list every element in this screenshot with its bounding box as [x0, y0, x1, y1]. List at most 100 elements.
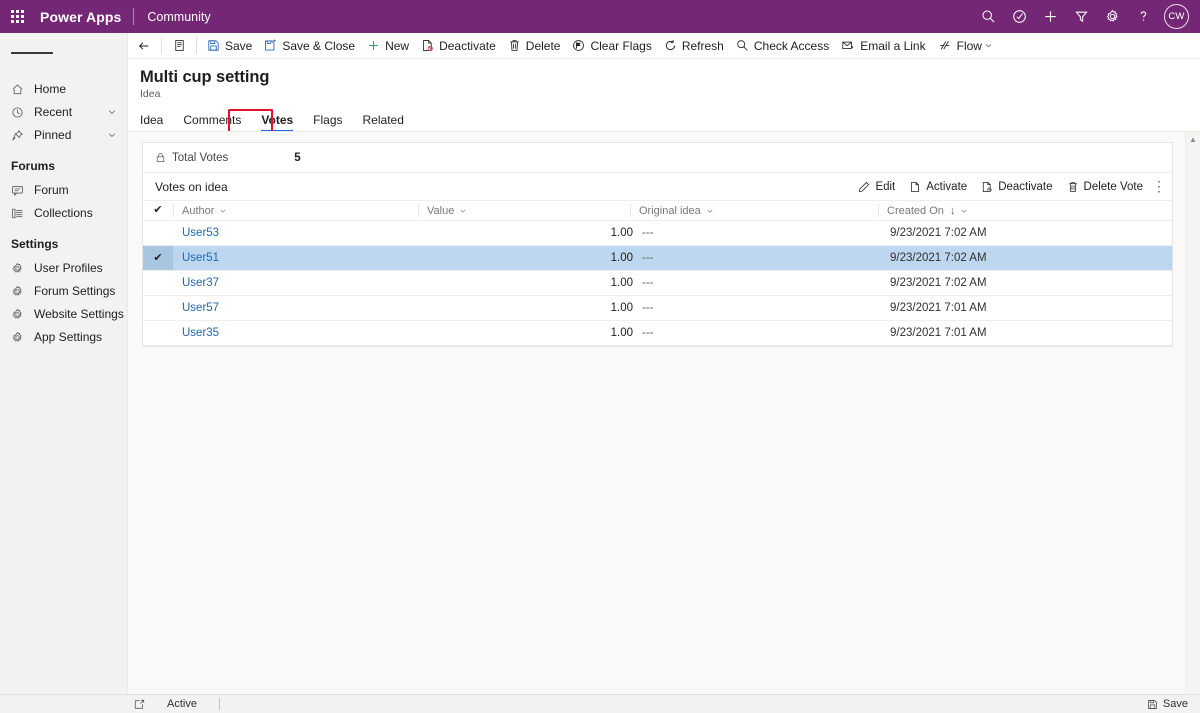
delete-button[interactable]: Delete [502, 33, 567, 59]
column-header-author[interactable]: Author [173, 201, 418, 220]
row-checkbox[interactable] [143, 221, 173, 245]
content-scrollbar[interactable]: ▲ [1185, 132, 1200, 713]
chevron-down-icon[interactable] [459, 207, 467, 215]
cell-original-idea: --- [633, 221, 881, 245]
save-and-close-button[interactable]: Save & Close [258, 33, 361, 59]
sidebar-item-pinned[interactable]: Pinned [0, 124, 127, 146]
help-icon[interactable] [1128, 0, 1159, 33]
subgrid-command-label: Delete Vote [1083, 180, 1143, 193]
status-left: Active [0, 698, 220, 710]
cell-original-idea: --- [633, 321, 881, 345]
clear-flags-button[interactable]: Clear Flags [566, 33, 657, 59]
sidebar-item-collections[interactable]: Collections [0, 202, 127, 224]
status-save-label: Save [1162, 698, 1188, 710]
sidebar-item-app-settings[interactable]: App Settings [0, 326, 127, 348]
command-label: Email a Link [860, 38, 926, 53]
activate-button[interactable]: Activate [902, 175, 974, 199]
sidebar-item-label: Recent [34, 105, 73, 119]
search-icon[interactable] [973, 0, 1004, 33]
back-arrow-icon[interactable] [131, 33, 157, 59]
original-idea-text: --- [642, 252, 654, 264]
sidebar-item-recent[interactable]: Recent [0, 101, 127, 123]
subgrid-command-label: Edit [875, 180, 896, 193]
table-row[interactable]: User53 1.00 --- 9/23/2021 7:02 AM [143, 221, 1172, 246]
sidebar-item-user-profiles[interactable]: User Profiles [0, 257, 127, 279]
waffle-menu-button[interactable] [0, 0, 34, 33]
original-idea-text: --- [642, 302, 654, 314]
sidebar-item-home[interactable]: Home [0, 78, 127, 100]
filter-icon[interactable] [1066, 0, 1097, 33]
more-vertical-icon[interactable]: ⋮ [1150, 175, 1168, 199]
select-all-checkbox[interactable]: ✔ [143, 201, 173, 220]
deactivate-button[interactable]: Deactivate [415, 33, 502, 59]
page-title: Multi cup setting [140, 68, 270, 86]
tab-flags[interactable]: Flags [303, 113, 352, 132]
table-row[interactable]: User35 1.00 --- 9/23/2021 7:01 AM [143, 321, 1172, 346]
edit-button[interactable]: Edit [851, 175, 902, 199]
deactivate-icon [421, 39, 434, 52]
chevron-down-icon[interactable] [982, 41, 996, 50]
sidebar-item-label: Forum Settings [34, 284, 116, 298]
author-link[interactable]: User37 [182, 277, 219, 289]
chevron-down-icon[interactable] [107, 107, 117, 117]
row-checkbox[interactable] [143, 321, 173, 345]
command-label: New [385, 38, 410, 53]
author-link[interactable]: User53 [182, 227, 219, 239]
original-idea-text: --- [642, 327, 654, 339]
check-access-button[interactable]: Check Access [730, 33, 835, 59]
chevron-down-icon[interactable] [706, 207, 714, 215]
total-votes-row: Total Votes 5 [143, 143, 1172, 173]
check-circle-icon[interactable] [1004, 0, 1035, 33]
deactivate-icon [981, 181, 993, 193]
sidebar-item-forum[interactable]: Forum [0, 179, 127, 201]
chevron-down-icon[interactable] [107, 130, 117, 140]
cell-value: 1.00 [418, 246, 633, 270]
status-save-button[interactable]: Save [1147, 698, 1200, 710]
author-link[interactable]: User51 [182, 252, 219, 264]
row-checkbox[interactable]: ✔ [143, 246, 173, 270]
table-row[interactable]: User37 1.00 --- 9/23/2021 7:02 AM [143, 271, 1172, 296]
flow-button[interactable]: Flow [932, 33, 1002, 59]
original-idea-text: --- [642, 227, 654, 239]
row-checkbox[interactable] [143, 296, 173, 320]
table-row[interactable]: ✔ User51 1.00 --- 9/23/2021 7:02 AM [143, 246, 1172, 271]
sidebar-item-website-settings[interactable]: Website Settings [0, 303, 127, 325]
plus-icon[interactable] [1035, 0, 1066, 33]
brand-label[interactable]: Power Apps [34, 9, 133, 25]
column-header-created-on[interactable]: Created On ↓ [878, 201, 1172, 220]
chevron-down-icon[interactable] [219, 207, 227, 215]
tab-related[interactable]: Related [353, 113, 414, 132]
row-checkbox[interactable] [143, 271, 173, 295]
app-name-label[interactable]: Community [134, 10, 210, 24]
save-button[interactable]: Save [201, 33, 258, 59]
sidebar-item-forum-settings[interactable]: Forum Settings [0, 280, 127, 302]
deactivate-button[interactable]: Deactivate [974, 175, 1059, 199]
command-label: Refresh [681, 38, 724, 53]
table-row[interactable]: User57 1.00 --- 9/23/2021 7:01 AM [143, 296, 1172, 321]
trash-icon [508, 39, 521, 52]
email-a-link-button[interactable]: Email a Link [835, 33, 931, 59]
gear-icon[interactable] [1097, 0, 1128, 33]
gear-icon [11, 308, 27, 321]
refresh-button[interactable]: Refresh [658, 33, 730, 59]
tab-votes[interactable]: Votes [251, 113, 303, 132]
avatar[interactable]: CW [1164, 4, 1189, 29]
list-icon [11, 207, 27, 220]
chevron-down-icon[interactable] [960, 207, 968, 215]
column-header-original-idea[interactable]: Original idea [630, 201, 878, 220]
column-header-value[interactable]: Value [418, 201, 630, 220]
author-link[interactable]: User57 [182, 302, 219, 314]
sidebar-collapse-button[interactable] [0, 40, 127, 66]
tab-comments[interactable]: Comments [173, 113, 251, 132]
votes-grid: ✔ Author Value Original idea Created On … [143, 201, 1172, 346]
new-button[interactable]: New [361, 33, 415, 59]
tab-idea[interactable]: Idea [140, 113, 173, 132]
form-icon[interactable] [166, 33, 192, 59]
forum-icon [11, 184, 27, 197]
total-votes-value: 5 [294, 151, 301, 164]
delete-vote-button[interactable]: Delete Vote [1060, 175, 1150, 199]
created-on-text: 9/23/2021 7:01 AM [890, 327, 987, 339]
author-link[interactable]: User35 [182, 327, 219, 339]
scroll-up-icon[interactable]: ▲ [1186, 132, 1200, 147]
cell-created-on: 9/23/2021 7:02 AM [881, 271, 1172, 295]
